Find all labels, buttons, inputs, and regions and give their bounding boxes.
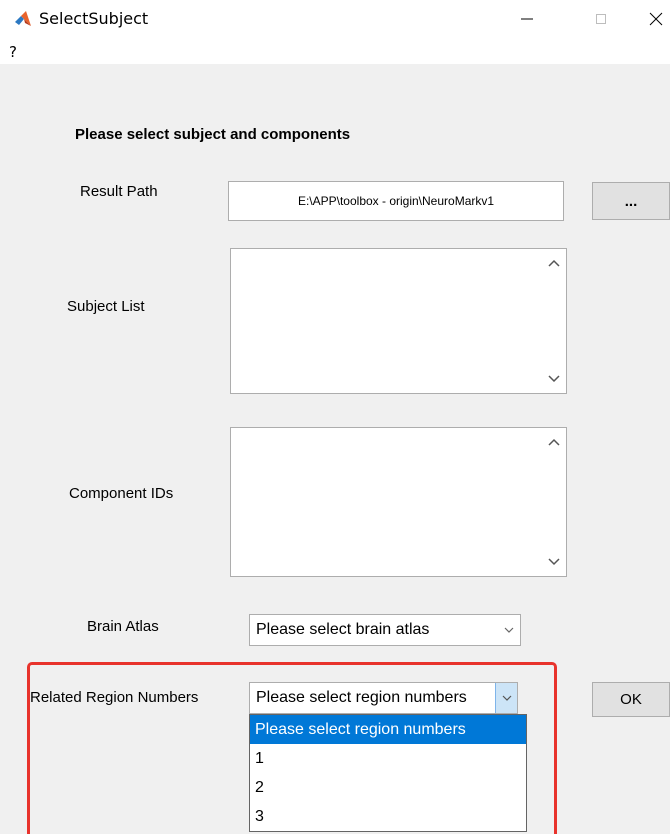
- component-scroll-up[interactable]: [544, 432, 564, 452]
- help-menu[interactable]: ?: [3, 43, 25, 61]
- ok-button[interactable]: OK: [592, 682, 670, 717]
- dropdown-option[interactable]: 3: [250, 802, 526, 831]
- minimize-icon: [521, 18, 533, 20]
- region-numbers-arrow: [495, 683, 517, 713]
- result-path-field[interactable]: E:\APP\toolbox - origin\NeuroMarkv1: [228, 181, 564, 221]
- form-heading: Please select subject and components: [75, 126, 351, 143]
- subject-scroll-up[interactable]: [544, 253, 564, 273]
- component-ids-listbox[interactable]: [230, 427, 567, 577]
- region-numbers-dropdown: Please select region numbers 1 2 3: [249, 714, 527, 832]
- chevron-up-icon: [548, 438, 560, 446]
- ok-button-label: OK: [620, 691, 642, 708]
- dropdown-option[interactable]: 2: [250, 773, 526, 802]
- dropdown-option[interactable]: 1: [250, 744, 526, 773]
- brain-atlas-select[interactable]: Please select brain atlas: [249, 614, 521, 646]
- region-numbers-selected: Please select region numbers: [256, 689, 467, 706]
- browse-button-label: ...: [624, 192, 638, 210]
- matlab-app-icon: [15, 11, 31, 26]
- subject-listbox[interactable]: [230, 248, 567, 394]
- result-path-label: Result Path: [80, 183, 158, 200]
- minimize-button[interactable]: [512, 6, 542, 32]
- close-icon: [649, 12, 663, 26]
- maximize-button[interactable]: [586, 6, 616, 32]
- region-numbers-select[interactable]: Please select region numbers: [249, 682, 518, 714]
- brain-atlas-label: Brain Atlas: [87, 618, 159, 635]
- title-bar: SelectSubject: [0, 0, 670, 40]
- component-ids-label: Component IDs: [69, 485, 174, 502]
- maximize-icon: [596, 14, 606, 24]
- window-title: SelectSubject: [39, 9, 149, 28]
- chevron-down-icon: [548, 375, 560, 383]
- subject-scroll-down[interactable]: [544, 369, 564, 389]
- region-numbers-label: Related Region Numbers: [30, 689, 199, 706]
- brain-atlas-selected: Please select brain atlas: [256, 621, 430, 638]
- chevron-down-icon: [502, 695, 511, 701]
- component-scroll-down[interactable]: [544, 552, 564, 572]
- result-path-value: E:\APP\toolbox - origin\NeuroMarkv1: [297, 194, 495, 208]
- close-button[interactable]: [641, 6, 670, 32]
- browse-button[interactable]: ...: [592, 182, 670, 220]
- chevron-up-icon: [548, 259, 560, 267]
- chevron-down-icon: [548, 558, 560, 566]
- subject-list-label: Subject List: [67, 298, 145, 315]
- brain-atlas-arrow: [498, 615, 520, 645]
- chevron-down-icon: [504, 627, 514, 633]
- menu-bar: ?: [0, 40, 670, 64]
- dropdown-option[interactable]: Please select region numbers: [250, 715, 526, 744]
